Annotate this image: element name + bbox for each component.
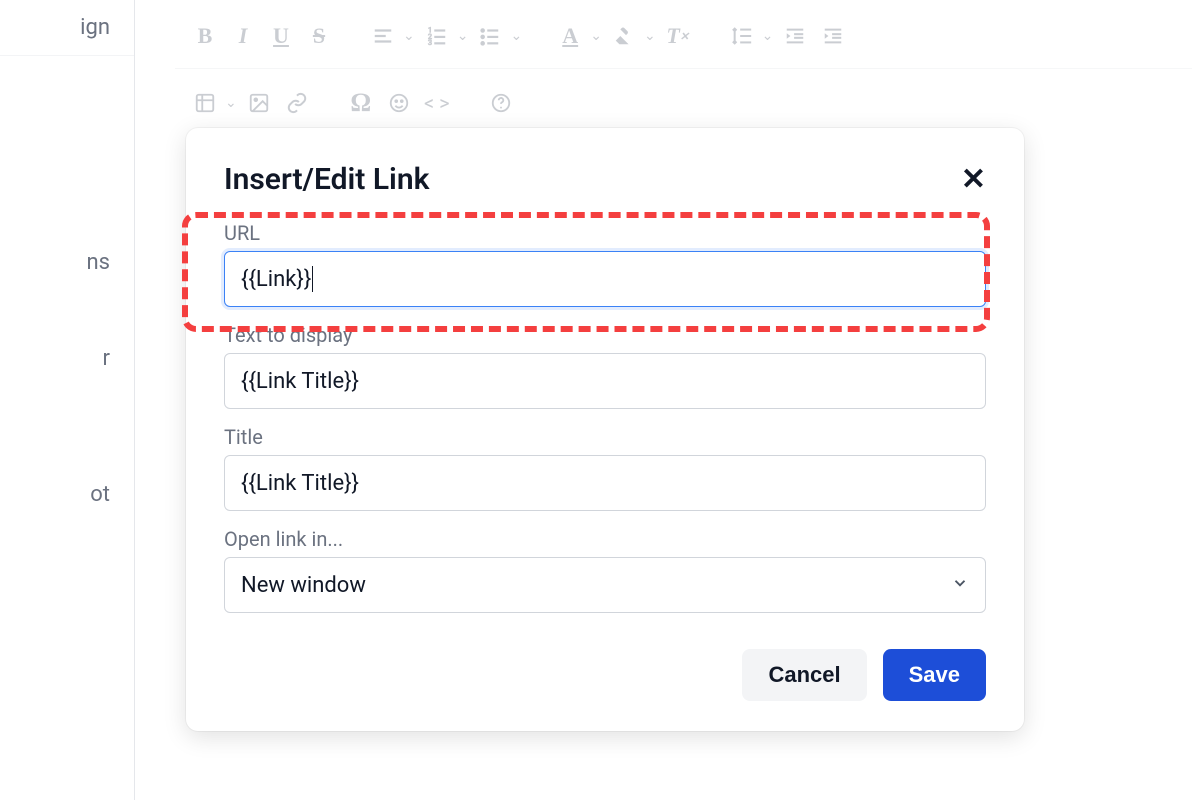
title-input-value: {{Link Title}} xyxy=(241,471,359,496)
url-label: URL xyxy=(224,221,986,245)
special-char-button[interactable]: Ω xyxy=(345,87,377,119)
text-label: Text to display xyxy=(224,323,986,347)
text-input[interactable]: {{Link Title}} xyxy=(224,353,986,409)
insert-link-dialog: Insert/Edit Link ✕ URL {{Link}} Text to … xyxy=(186,128,1024,731)
chevron-down-icon: ⌄ xyxy=(457,28,469,44)
indent-button[interactable] xyxy=(817,20,849,52)
textcolor-button[interactable]: A xyxy=(554,20,586,52)
sidebar: ign ns r ot xyxy=(0,0,135,800)
svg-text:3: 3 xyxy=(428,38,432,47)
editor-toolbar: B I U S ⌄ 123 ⌄ ⌄ A ⌄ ⌄ T✕ xyxy=(175,0,1200,140)
text-input-value: {{Link Title}} xyxy=(241,369,359,394)
cancel-button[interactable]: Cancel xyxy=(742,649,866,701)
emoji-button[interactable] xyxy=(383,87,415,119)
sidebar-item[interactable]: r xyxy=(0,330,134,386)
chevron-down-icon: ⌄ xyxy=(225,95,237,111)
lineheight-button[interactable] xyxy=(726,20,758,52)
outdent-button[interactable] xyxy=(779,20,811,52)
sidebar-item[interactable]: ign xyxy=(0,0,134,56)
open-in-value: New window xyxy=(241,573,366,598)
bold-button[interactable]: B xyxy=(189,20,221,52)
underline-button[interactable]: U xyxy=(265,20,297,52)
code-button[interactable]: < > xyxy=(421,87,453,119)
highlight-button[interactable] xyxy=(608,20,640,52)
table-button[interactable] xyxy=(189,87,221,119)
chevron-down-icon: ⌄ xyxy=(644,28,656,44)
unordered-list-button[interactable] xyxy=(474,20,506,52)
chevron-down-icon: ⌄ xyxy=(403,28,415,44)
save-button[interactable]: Save xyxy=(883,649,986,701)
ordered-list-button[interactable]: 123 xyxy=(421,20,453,52)
image-button[interactable] xyxy=(243,87,275,119)
align-button[interactable] xyxy=(367,20,399,52)
chevron-down-icon: ⌄ xyxy=(590,28,602,44)
url-input-value: {{Link}} xyxy=(241,267,311,292)
sidebar-item[interactable]: ot xyxy=(0,466,134,522)
open-label: Open link in... xyxy=(224,527,986,551)
italic-button[interactable]: I xyxy=(227,20,259,52)
chevron-down-icon: ⌄ xyxy=(510,28,522,44)
strike-button[interactable]: S xyxy=(303,20,335,52)
chevron-down-icon: ⌄ xyxy=(762,28,774,44)
text-caret xyxy=(312,266,313,292)
dialog-title: Insert/Edit Link xyxy=(224,162,429,197)
title-label: Title xyxy=(224,425,986,449)
link-button[interactable] xyxy=(281,87,313,119)
title-input[interactable]: {{Link Title}} xyxy=(224,455,986,511)
url-input[interactable]: {{Link}} xyxy=(224,251,986,307)
help-button[interactable] xyxy=(485,87,517,119)
close-icon[interactable]: ✕ xyxy=(961,165,986,195)
sidebar-item[interactable]: ns xyxy=(0,234,134,290)
clear-format-button[interactable]: T✕ xyxy=(662,20,694,52)
open-in-select[interactable]: New window xyxy=(224,557,986,613)
chevron-down-icon xyxy=(951,574,969,597)
